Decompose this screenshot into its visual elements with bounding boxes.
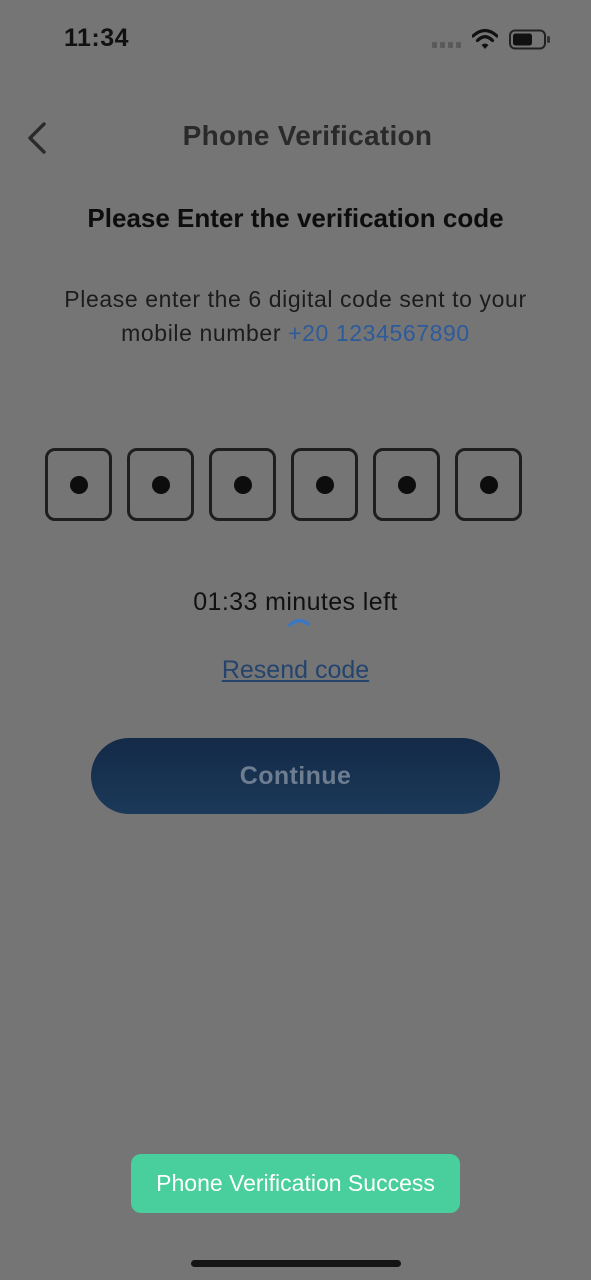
otp-masked-dot — [397, 475, 416, 494]
battery-icon — [509, 29, 550, 50]
resend-code-link[interactable]: Resend code — [0, 656, 591, 685]
otp-digit-box-3[interactable] — [209, 448, 276, 521]
page-title: Phone Verification — [182, 120, 433, 151]
status-time: 11:34 — [64, 24, 130, 52]
otp-input-group[interactable] — [45, 448, 522, 521]
otp-masked-dot — [479, 475, 498, 494]
continue-button[interactable]: Continue — [91, 738, 500, 814]
phone-number: +20 1234567890 — [288, 320, 470, 346]
success-toast: Phone Verification Success — [131, 1154, 460, 1213]
otp-masked-dot — [151, 475, 170, 494]
otp-digit-box-4[interactable] — [291, 448, 358, 521]
otp-masked-dot — [233, 475, 252, 494]
signal-icon — [432, 42, 461, 48]
instructions-text: Please enter the 6 digital code sent to … — [60, 282, 531, 350]
verification-heading: Please Enter the verification code — [87, 203, 504, 233]
home-indicator[interactable] — [191, 1260, 401, 1267]
otp-digit-box-1[interactable] — [45, 448, 112, 521]
otp-digit-box-5[interactable] — [373, 448, 440, 521]
wifi-icon — [472, 28, 498, 49]
otp-digit-box-6[interactable] — [455, 448, 522, 521]
countdown-timer: 01:33 minutes left — [193, 588, 398, 616]
loading-spinner-icon — [288, 619, 310, 627]
otp-digit-box-2[interactable] — [127, 448, 194, 521]
otp-masked-dot — [315, 475, 334, 494]
otp-masked-dot — [69, 475, 88, 494]
phone-verification-screen: 11:34 Phone Verification Please Enter th… — [0, 0, 591, 1280]
